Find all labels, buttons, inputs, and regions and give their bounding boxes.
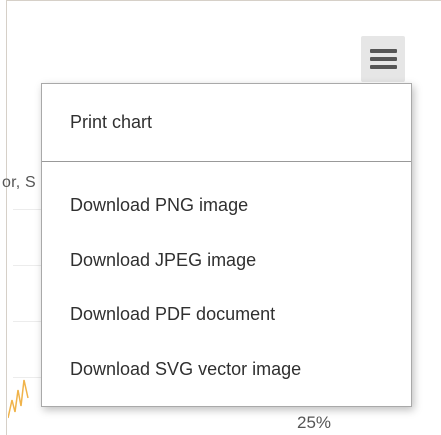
axis-percent-label: 25% — [297, 413, 332, 432]
clipped-chart-label: or, S — [2, 174, 36, 191]
download-png-menu-item[interactable]: Download PNG image — [42, 185, 411, 225]
hamburger-menu-icon[interactable] — [361, 36, 405, 82]
download-svg-menu-item[interactable]: Download SVG vector image — [42, 349, 411, 389]
export-context-menu: Print chart Download PNG image Download … — [41, 83, 412, 407]
download-pdf-menu-item[interactable]: Download PDF document — [42, 294, 411, 334]
menu-separator — [42, 161, 411, 162]
series-line — [8, 379, 29, 419]
print-chart-menu-item[interactable]: Print chart — [42, 102, 411, 142]
download-jpeg-menu-item[interactable]: Download JPEG image — [42, 240, 411, 280]
